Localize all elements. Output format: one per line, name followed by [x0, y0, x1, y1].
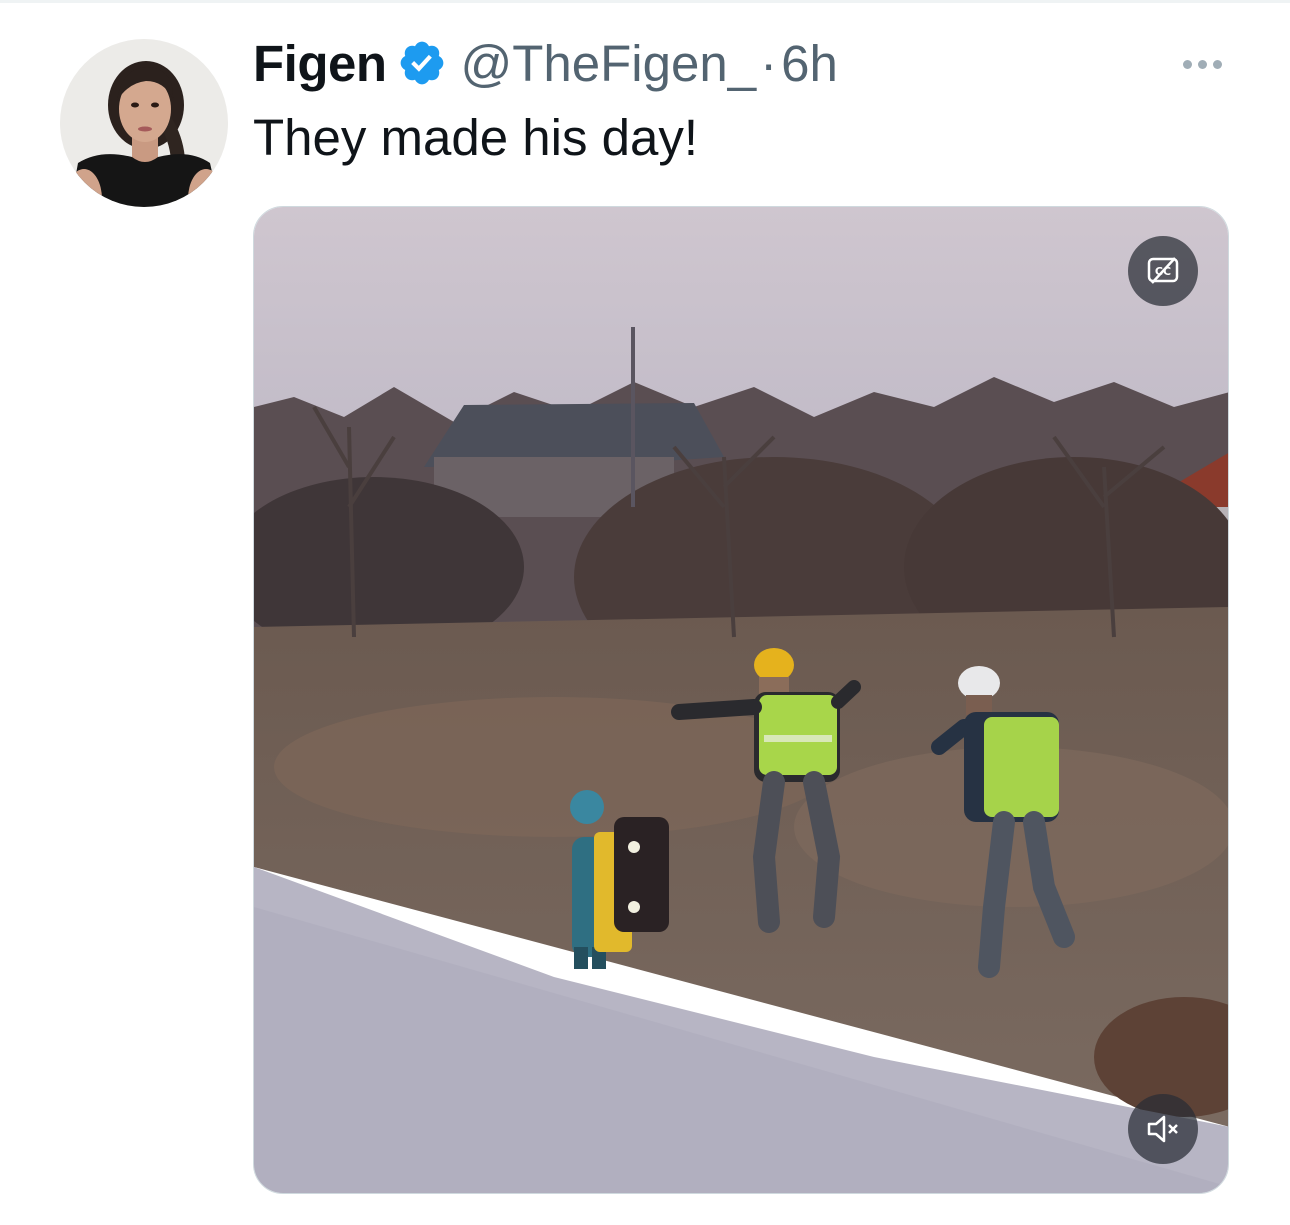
tweet[interactable]: Figen @TheFigen_ · 6h They made his day!	[0, 0, 1290, 1225]
author-handle[interactable]: @TheFigen_	[461, 34, 757, 93]
author-display-name[interactable]: Figen	[253, 34, 387, 93]
separator-dot: ·	[760, 34, 778, 92]
mute-toggle-button[interactable]	[1128, 1094, 1198, 1164]
tweet-text: They made his day!	[253, 109, 699, 166]
tweet-timestamp[interactable]: 6h	[781, 34, 838, 93]
more-options-button[interactable]	[1170, 44, 1234, 84]
tweet-video[interactable]	[253, 206, 1229, 1194]
avatar-image	[60, 39, 228, 207]
verified-badge-icon	[397, 38, 447, 88]
volume-muted-icon	[1147, 1115, 1178, 1143]
author-avatar[interactable]	[60, 39, 228, 207]
captions-toggle-button[interactable]: CC	[1128, 236, 1198, 306]
closed-captions-off-icon: CC	[1147, 257, 1179, 284]
more-horizontal-icon	[1182, 59, 1192, 69]
video-frame	[254, 207, 1228, 1193]
tweet-header: Figen @TheFigen_ · 6h	[253, 30, 838, 96]
